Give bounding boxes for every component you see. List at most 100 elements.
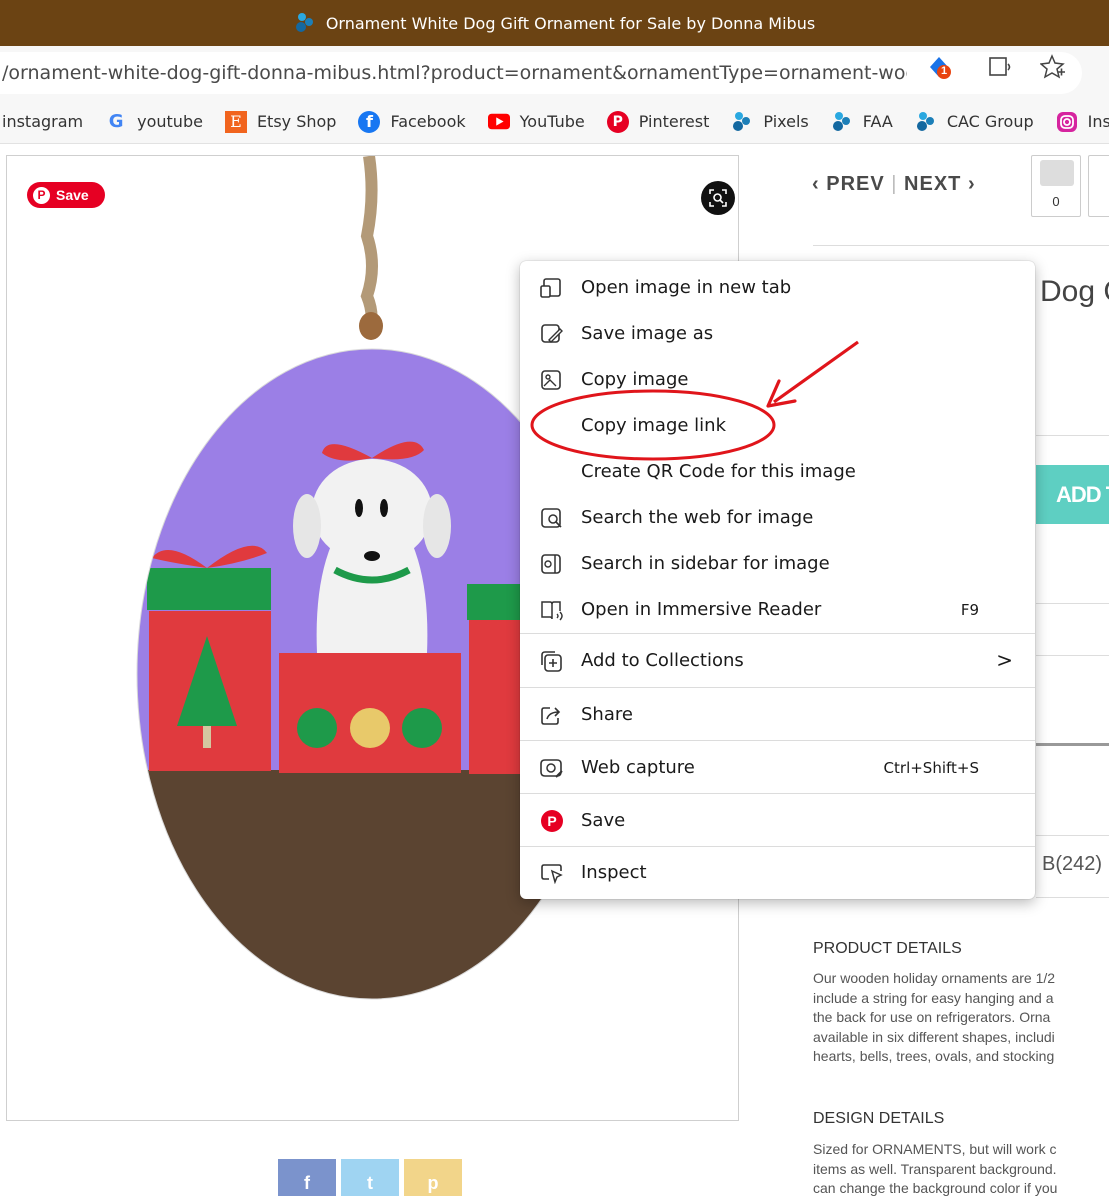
share-icon [541, 707, 561, 725]
product-details-text: Our wooden holiday ornaments are 1/2 inc… [813, 969, 1109, 1067]
prev-next-nav: ‹ PREV | NEXT › [812, 173, 976, 196]
divider [1036, 897, 1109, 898]
prev-link[interactable]: PREV [826, 173, 884, 195]
menu-item-label: Inspect [581, 862, 647, 883]
text-line: Our wooden holiday ornaments are 1/2 [813, 970, 1056, 986]
bookmark-label: Ins [1087, 112, 1109, 131]
favorites-box[interactable] [1088, 155, 1109, 217]
bookmark-label: Pixels [763, 112, 809, 131]
bookmark-faa[interactable]: FAA [831, 111, 893, 133]
copy-image-icon [541, 370, 561, 390]
menu-item-share[interactable]: Share [520, 695, 1035, 735]
menu-separator [520, 633, 1035, 634]
window-title: Ornament White Dog Gift Ornament for Sal… [325, 13, 816, 33]
comments-box[interactable]: 0 [1031, 155, 1081, 217]
product-title: Dog G [1040, 275, 1109, 308]
menu-item-label: Open image in new tab [581, 277, 792, 298]
pixels-icon [295, 13, 313, 32]
pinterest-save-button[interactable]: P Save [27, 182, 105, 208]
divider [813, 245, 1109, 246]
facebook-icon: f [358, 110, 381, 133]
text-line: include a string for easy hanging and a [813, 989, 1054, 1006]
facebook-icon: f [304, 1173, 310, 1193]
menu-separator [520, 846, 1035, 847]
bookmark-label: Facebook [390, 112, 466, 131]
menu-item-label: Open in Immersive Reader [581, 599, 822, 620]
sidebar-search-icon [541, 554, 561, 574]
facebook-share-button[interactable]: f [278, 1159, 336, 1196]
menu-item-search-web-for-image[interactable]: Search the web for image [520, 498, 1035, 538]
bookmark-instagram[interactable]: instagram [2, 112, 83, 131]
menu-item-inspect[interactable]: Inspect [520, 853, 1035, 893]
bookmark-instagram-2[interactable]: Ins [1056, 111, 1109, 133]
add-to-cart-button[interactable]: ADD TO [1036, 465, 1109, 524]
context-menu: Open image in new tab Save image as Copy… [520, 261, 1035, 899]
browser-essentials-icon[interactable]: 1 [926, 54, 952, 80]
bookmark-youtube-google[interactable]: G youtube [105, 111, 203, 133]
menu-item-open-image-new-tab[interactable]: Open image in new tab [520, 268, 1035, 308]
design-details-heading: DESIGN DETAILS [813, 1110, 945, 1127]
bookmark-youtube[interactable]: YouTube [487, 111, 585, 133]
text-line: the back for use on refrigerators. Orna [813, 1009, 1051, 1025]
bookmark-label: youtube [137, 112, 203, 131]
menu-item-label: Add to Collections [581, 650, 744, 671]
chevron-left-icon[interactable]: ‹ [812, 173, 820, 195]
bookmark-pinterest[interactable]: P Pinterest [606, 110, 710, 133]
twitter-share-button[interactable]: t [341, 1159, 399, 1196]
read-aloud-icon[interactable] [988, 54, 1014, 80]
youtube-icon [487, 111, 510, 133]
menu-item-web-capture[interactable]: Web capture Ctrl+Shift+S [520, 748, 1035, 788]
menu-item-create-qr-code[interactable]: Create QR Code for this image [520, 452, 1035, 492]
menu-item-save-image-as[interactable]: Save image as [520, 314, 1035, 354]
twitter-icon: t [367, 1173, 373, 1193]
bookmark-label: FAA [862, 112, 893, 131]
google-icon: G [108, 111, 124, 132]
chevron-right-icon[interactable]: › [968, 173, 976, 195]
divider [1036, 435, 1109, 436]
menu-item-label: Save [581, 810, 626, 831]
pinterest-icon: P [606, 110, 629, 133]
menu-item-label: Copy image link [581, 415, 727, 436]
favorite-star-icon[interactable] [1040, 54, 1066, 80]
pinterest-share-button[interactable]: p [404, 1159, 462, 1196]
menu-item-pinterest-save[interactable]: P Save [520, 801, 1035, 841]
instagram-icon [1056, 111, 1078, 133]
window-title-bar: Ornament White Dog Gift Ornament for Sal… [0, 0, 1109, 46]
menu-item-copy-image[interactable]: Copy image [520, 360, 1035, 400]
bookmark-facebook[interactable]: f Facebook [358, 110, 466, 133]
text-line: can change the background color if you [813, 1180, 1058, 1196]
visual-search-icon[interactable] [701, 181, 735, 215]
color-value: B(242) [1042, 853, 1103, 875]
menu-item-add-to-collections[interactable]: Add to Collections > [520, 641, 1035, 681]
menu-item-label: Share [581, 704, 633, 725]
bookmark-cac-group[interactable]: CAC Group [915, 111, 1034, 133]
menu-item-label: Search in sidebar for image [581, 553, 830, 574]
bookmark-label: YouTube [519, 112, 585, 131]
url-text[interactable]: /ornament-white-dog-gift-donna-mibus.htm… [2, 62, 907, 84]
comment-count: 0 [1052, 194, 1060, 209]
svg-text:P: P [547, 813, 556, 829]
pinterest-save-label: Save [56, 187, 89, 203]
menu-item-copy-image-link[interactable]: Copy image link [520, 406, 1035, 446]
bookmark-etsy[interactable]: E Etsy Shop [224, 110, 336, 133]
open-new-tab-icon [540, 278, 561, 298]
menu-item-label: Save image as [581, 323, 714, 344]
collections-icon [541, 651, 562, 672]
chevron-right-icon: > [996, 648, 1013, 672]
notification-badge: 1 [941, 65, 948, 77]
bookmark-label: Pinterest [638, 112, 710, 131]
design-details-text: Sized for ORNAMENTS, but will work c ite… [813, 1140, 1109, 1196]
bookmarks-bar: instagram G youtube E Etsy Shop f Facebo… [0, 100, 1109, 144]
menu-separator [520, 687, 1035, 688]
bookmark-pixels[interactable]: Pixels [731, 111, 809, 133]
menu-item-search-sidebar-for-image[interactable]: Search in sidebar for image [520, 544, 1035, 584]
text-line: hearts, bells, trees, ovals, and stockin… [813, 1048, 1055, 1064]
menu-item-label: Create QR Code for this image [581, 461, 856, 482]
menu-item-label: Web capture [581, 757, 695, 778]
divider [1036, 743, 1109, 746]
address-bar[interactable]: /ornament-white-dog-gift-donna-mibus.htm… [0, 52, 1082, 94]
menu-item-label: Copy image [581, 369, 689, 390]
next-link[interactable]: NEXT [904, 173, 961, 195]
menu-item-open-immersive-reader[interactable]: Open in Immersive Reader F9 [520, 590, 1035, 630]
web-capture-icon [540, 759, 563, 778]
